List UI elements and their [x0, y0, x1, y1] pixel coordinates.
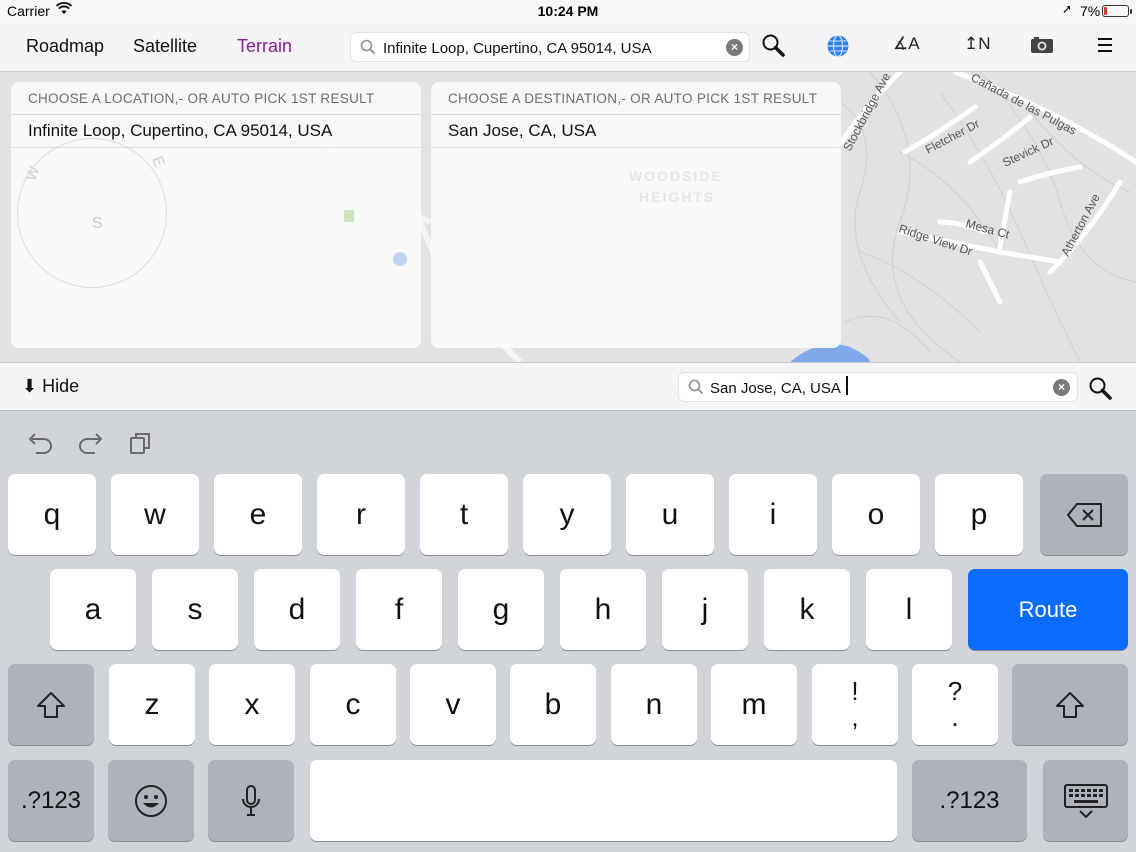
- key-p[interactable]: p: [935, 474, 1023, 555]
- key-a[interactable]: a: [50, 569, 136, 650]
- key-exclaim-comma[interactable]: ! ,: [812, 664, 898, 745]
- key-v[interactable]: v: [410, 664, 496, 745]
- map-label: HEIGHTS: [639, 189, 716, 205]
- emoji-icon: [134, 784, 168, 826]
- key-m[interactable]: m: [711, 664, 797, 745]
- battery-icon: [1102, 5, 1132, 17]
- shift-left-key[interactable]: [8, 664, 94, 745]
- key-r[interactable]: r: [317, 474, 405, 555]
- keyboard-dismiss-icon: [1064, 784, 1108, 828]
- search-icon: [360, 39, 376, 60]
- maptype-terrain[interactable]: Terrain: [237, 36, 292, 57]
- maptype-satellite[interactable]: Satellite: [133, 36, 197, 57]
- key-s[interactable]: s: [152, 569, 238, 650]
- key-w[interactable]: w: [111, 474, 199, 555]
- location-panel: CHOOSE A LOCATION,- OR AUTO PICK 1ST RES…: [11, 82, 421, 348]
- emoji-key[interactable]: [108, 760, 194, 841]
- menu-icon[interactable]: [1097, 37, 1113, 58]
- key-question-period[interactable]: ? .: [912, 664, 998, 745]
- key-h[interactable]: h: [560, 569, 646, 650]
- compass-letter: W: [22, 163, 44, 184]
- key-y[interactable]: y: [523, 474, 611, 555]
- redo-icon[interactable]: [77, 431, 105, 460]
- key-d[interactable]: d: [254, 569, 340, 650]
- key-n[interactable]: n: [611, 664, 697, 745]
- compass: W E S: [17, 138, 168, 288]
- compass-letter: E: [148, 153, 168, 170]
- location-marker-icon: [393, 252, 407, 266]
- map-view[interactable]: Stockbridge Ave Cañada de las Pulgas Fle…: [0, 72, 1136, 362]
- key-k[interactable]: k: [764, 569, 850, 650]
- keyboard: q w e r t y u i o p a s d f g h j k l Ro…: [0, 410, 1136, 852]
- destination-result-item[interactable]: San Jose, CA, USA: [431, 115, 841, 148]
- key-z[interactable]: z: [109, 664, 195, 745]
- destination-search-field[interactable]: ×: [678, 372, 1078, 402]
- battery-percent: 7%: [1080, 3, 1101, 19]
- backspace-icon: [1066, 502, 1104, 536]
- globe-icon[interactable]: [826, 34, 850, 63]
- angle-label: A: [908, 34, 920, 53]
- key-q[interactable]: q: [8, 474, 96, 555]
- key-bottom-char: .: [951, 702, 959, 732]
- top-toolbar: Roadmap Satellite Terrain × ∡A ↥N: [0, 22, 1136, 72]
- north-label: N: [978, 34, 991, 53]
- location-arrow-icon: ➚: [1062, 2, 1073, 16]
- destination-panel-header: CHOOSE A DESTINATION,- OR AUTO PICK 1ST …: [431, 82, 841, 115]
- location-search-field[interactable]: ×: [350, 32, 750, 62]
- key-c[interactable]: c: [310, 664, 396, 745]
- key-x[interactable]: x: [209, 664, 295, 745]
- destination-panel: CHOOSE A DESTINATION,- OR AUTO PICK 1ST …: [431, 82, 841, 348]
- status-bar: Carrier 10:24 PM ➚ 7%: [0, 0, 1136, 22]
- hide-label: Hide: [42, 376, 80, 396]
- key-o[interactable]: o: [832, 474, 920, 555]
- space-key[interactable]: [310, 760, 897, 841]
- key-b[interactable]: b: [510, 664, 596, 745]
- location-search-input[interactable]: [383, 37, 713, 59]
- dismiss-keyboard-key[interactable]: [1043, 760, 1128, 841]
- shift-icon: [1055, 691, 1085, 727]
- shift-icon: [36, 691, 66, 727]
- numbers-key-right[interactable]: .?123: [912, 760, 1027, 841]
- north-icon[interactable]: ↥N: [964, 34, 991, 54]
- clear-icon[interactable]: ×: [726, 39, 743, 56]
- route-return-key[interactable]: Route: [968, 569, 1128, 650]
- undo-icon[interactable]: [26, 431, 54, 460]
- map-label: WOODSIDE: [629, 168, 723, 184]
- shift-right-key[interactable]: [1012, 664, 1128, 745]
- text-caret: [846, 376, 848, 395]
- location-panel-header: CHOOSE A LOCATION,- OR AUTO PICK 1ST RES…: [11, 82, 421, 115]
- key-g[interactable]: g: [458, 569, 544, 650]
- dictation-key[interactable]: [208, 760, 294, 841]
- microphone-icon: [241, 784, 261, 826]
- key-l[interactable]: l: [866, 569, 952, 650]
- compass-letter: S: [92, 215, 103, 232]
- search-icon[interactable]: [1088, 376, 1112, 405]
- camera-icon[interactable]: [1030, 36, 1054, 59]
- arrow-down-icon: ⬇: [22, 376, 38, 396]
- clear-icon[interactable]: ×: [1053, 379, 1070, 396]
- key-top-char: ?: [947, 676, 963, 706]
- key-f[interactable]: f: [356, 569, 442, 650]
- key-top-char: !: [851, 676, 859, 706]
- backspace-key[interactable]: [1040, 474, 1128, 555]
- key-i[interactable]: i: [729, 474, 817, 555]
- keyboard-accessory-bar: ⬇ Hide ×: [0, 362, 1136, 410]
- paste-icon[interactable]: [129, 431, 153, 460]
- search-icon: [688, 379, 704, 400]
- angle-icon[interactable]: ∡A: [893, 34, 920, 54]
- destination-search-input[interactable]: [710, 377, 1040, 399]
- key-bottom-char: ,: [851, 702, 859, 732]
- key-j[interactable]: j: [662, 569, 748, 650]
- search-icon[interactable]: [761, 33, 785, 62]
- hide-keyboard-button[interactable]: ⬇ Hide: [22, 376, 79, 397]
- poi-marker-icon: [344, 210, 354, 222]
- key-u[interactable]: u: [626, 474, 714, 555]
- clock: 10:24 PM: [537, 3, 599, 19]
- key-e[interactable]: e: [214, 474, 302, 555]
- key-t[interactable]: t: [420, 474, 508, 555]
- numbers-key-left[interactable]: .?123: [8, 760, 94, 841]
- maptype-roadmap[interactable]: Roadmap: [26, 36, 104, 57]
